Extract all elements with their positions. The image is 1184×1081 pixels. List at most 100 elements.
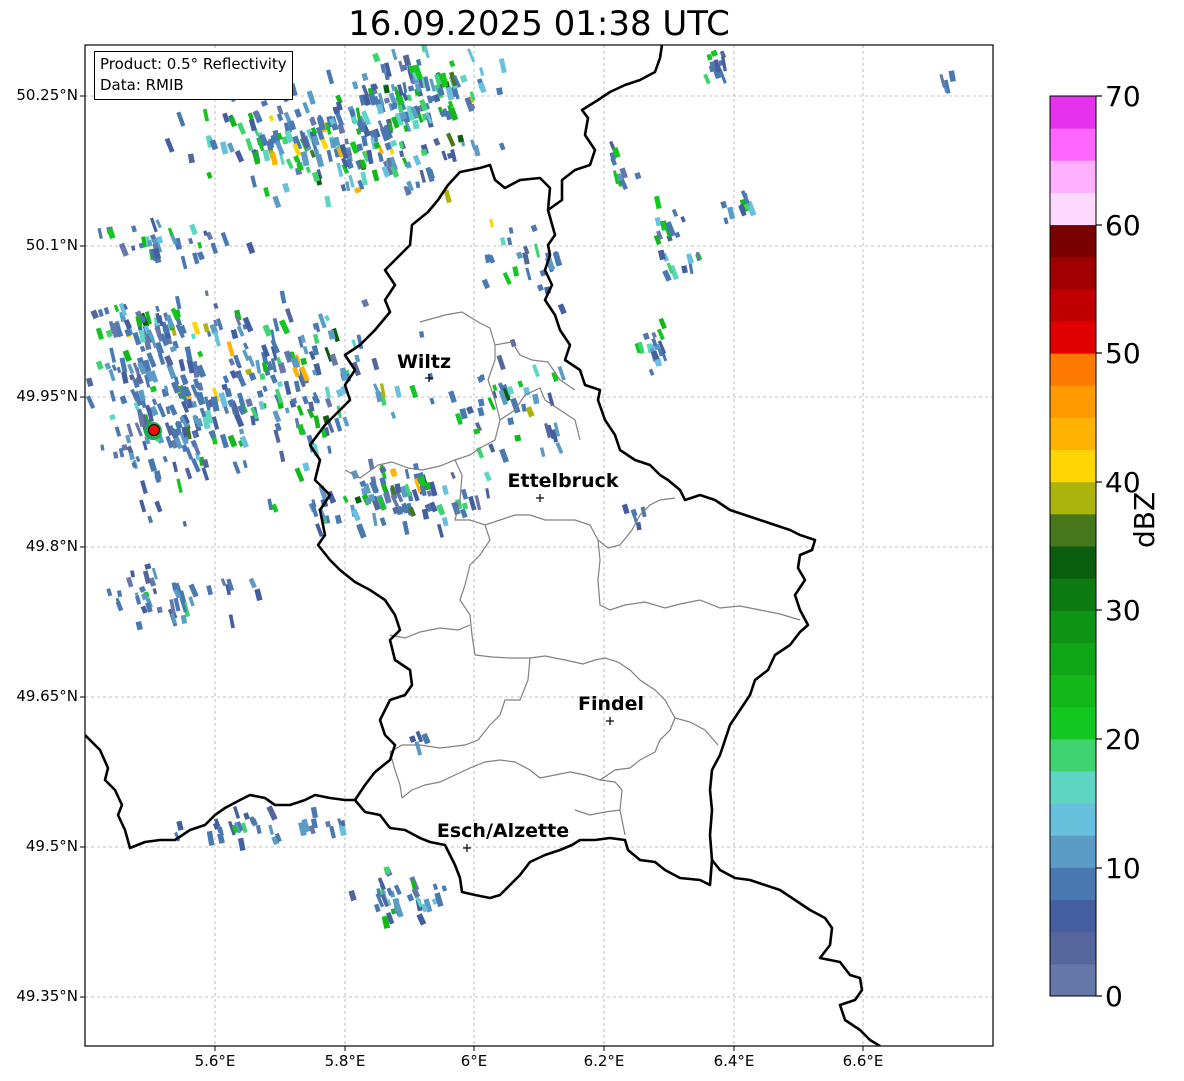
radar-echo-cell bbox=[172, 461, 179, 473]
radar-echo-cell bbox=[206, 171, 213, 179]
radar-echo-cell bbox=[219, 433, 229, 449]
colorbar-tick-label: 10 bbox=[1105, 852, 1141, 885]
plot-frame bbox=[84, 44, 994, 1047]
radar-echo-cell bbox=[402, 520, 410, 536]
radar-echo-cell bbox=[285, 307, 294, 323]
colorbar-segment bbox=[1050, 513, 1096, 547]
radar-echo-cell bbox=[222, 112, 230, 123]
radar-echo-cell bbox=[489, 218, 495, 228]
radar-echo-cell bbox=[351, 81, 359, 90]
lon-tick-label: 6.4°E bbox=[713, 1052, 755, 1070]
radar-echo-cell bbox=[470, 139, 477, 151]
colorbar-segment bbox=[1050, 449, 1096, 483]
colorbar-segment bbox=[1050, 353, 1096, 386]
radar-echo-cell bbox=[213, 331, 221, 347]
colorbar-segment bbox=[1050, 963, 1096, 997]
radar-echo-cell bbox=[445, 132, 456, 147]
colorbar-segment bbox=[1050, 771, 1096, 804]
radar-echo-cell bbox=[284, 407, 290, 414]
radar-echo-cell bbox=[338, 824, 347, 837]
radar-echo-cell bbox=[203, 322, 210, 333]
radar-echo-cell bbox=[176, 478, 183, 494]
radar-echo-cell bbox=[189, 223, 198, 236]
radar-echo-cell bbox=[657, 249, 666, 261]
radar-echo-cell bbox=[539, 447, 546, 458]
radar-echo-cell bbox=[167, 227, 174, 236]
radar-echo-cell bbox=[204, 290, 209, 297]
radar-echo-cell bbox=[237, 122, 247, 135]
canton-boundary-remich bbox=[599, 717, 676, 781]
radar-echo-cell bbox=[681, 265, 688, 274]
radar-echo-cell bbox=[557, 303, 567, 315]
radar-site-marker bbox=[144, 422, 162, 440]
radar-echo-cell bbox=[184, 346, 193, 362]
radar-echo-cell bbox=[104, 362, 112, 370]
radar-echo-cell bbox=[467, 48, 476, 63]
radar-echo-cell bbox=[150, 217, 158, 233]
radar-echo-cell bbox=[294, 108, 302, 118]
radar-echo-cell bbox=[418, 330, 425, 338]
radar-echo-cell bbox=[197, 241, 203, 249]
radar-echo-cell bbox=[155, 219, 162, 229]
radar-echo-cell bbox=[230, 329, 239, 340]
radar-echo-cell bbox=[149, 385, 157, 393]
radar-echo-cell bbox=[703, 73, 711, 85]
radar-echo-cell bbox=[237, 837, 246, 851]
radar-echo-cell bbox=[156, 402, 167, 418]
radar-echo-cell bbox=[76, 324, 81, 331]
radar-echo-cell bbox=[372, 383, 380, 392]
radar-echo-cell bbox=[228, 614, 235, 629]
colorbar-segment bbox=[1050, 899, 1096, 933]
radar-echo-cell bbox=[233, 412, 245, 428]
border-germany-north bbox=[547, 45, 664, 212]
radar-echo-cell bbox=[416, 913, 427, 926]
colorbar-segment bbox=[1050, 835, 1096, 868]
radar-echo-cell bbox=[111, 364, 117, 372]
radar-echo-cell bbox=[184, 467, 193, 480]
radar-echo-cell bbox=[237, 392, 246, 407]
radar-echo-cell bbox=[178, 358, 186, 372]
radar-echo-cell bbox=[476, 446, 485, 459]
radar-echo-cell bbox=[211, 416, 220, 430]
radar-echo-cell bbox=[279, 450, 286, 463]
radar-echo-cell bbox=[459, 74, 468, 83]
radar-echo-cell bbox=[285, 158, 294, 170]
radar-echo-cell bbox=[658, 317, 667, 330]
colorbar-tick-label: 60 bbox=[1105, 209, 1141, 242]
radar-echo-cell bbox=[279, 290, 287, 304]
radar-echo-cell bbox=[248, 577, 257, 589]
radar-echo-cell bbox=[206, 584, 213, 596]
radar-echo-cell bbox=[154, 341, 165, 355]
radar-echo-cell bbox=[336, 162, 344, 178]
radar-echo-cell bbox=[300, 357, 308, 366]
lat-tick-label: 50.1°N bbox=[25, 236, 78, 254]
radar-echo-cell bbox=[109, 413, 116, 421]
colorbar-segment bbox=[1050, 706, 1096, 740]
radar-echo-cell bbox=[383, 97, 391, 104]
radar-echo-cell bbox=[270, 374, 278, 384]
radar-echo-cell bbox=[642, 332, 650, 341]
radar-echo-cell bbox=[247, 355, 256, 368]
colorbar-unit-label: dBZ bbox=[1128, 491, 1161, 548]
radar-echo-cell bbox=[277, 362, 287, 374]
radar-echo-cell bbox=[466, 406, 475, 415]
radar-echo-cell bbox=[182, 520, 187, 527]
radar-echo-cell bbox=[429, 397, 435, 405]
radar-echo-cell bbox=[262, 385, 268, 393]
radar-echo-cell bbox=[372, 512, 378, 527]
radar-echo-cell bbox=[138, 585, 147, 593]
radar-echo-cell bbox=[508, 227, 514, 234]
radar-echo-cell bbox=[144, 563, 152, 570]
radar-echo-cell bbox=[164, 354, 174, 367]
canton-boundary-south bbox=[574, 809, 621, 816]
radar-echo-cell bbox=[90, 309, 99, 320]
city-markers bbox=[425, 374, 614, 852]
radar-echo-cell bbox=[507, 417, 515, 426]
radar-echo-cell bbox=[680, 215, 686, 223]
radar-echo-cell bbox=[247, 112, 254, 120]
lat-tick-label: 49.8°N bbox=[25, 537, 78, 555]
radar-echo-cell bbox=[342, 495, 349, 504]
city-marker-esch bbox=[463, 844, 471, 852]
radar-echo-cell bbox=[512, 266, 520, 277]
radar-echo-cell bbox=[220, 231, 230, 247]
